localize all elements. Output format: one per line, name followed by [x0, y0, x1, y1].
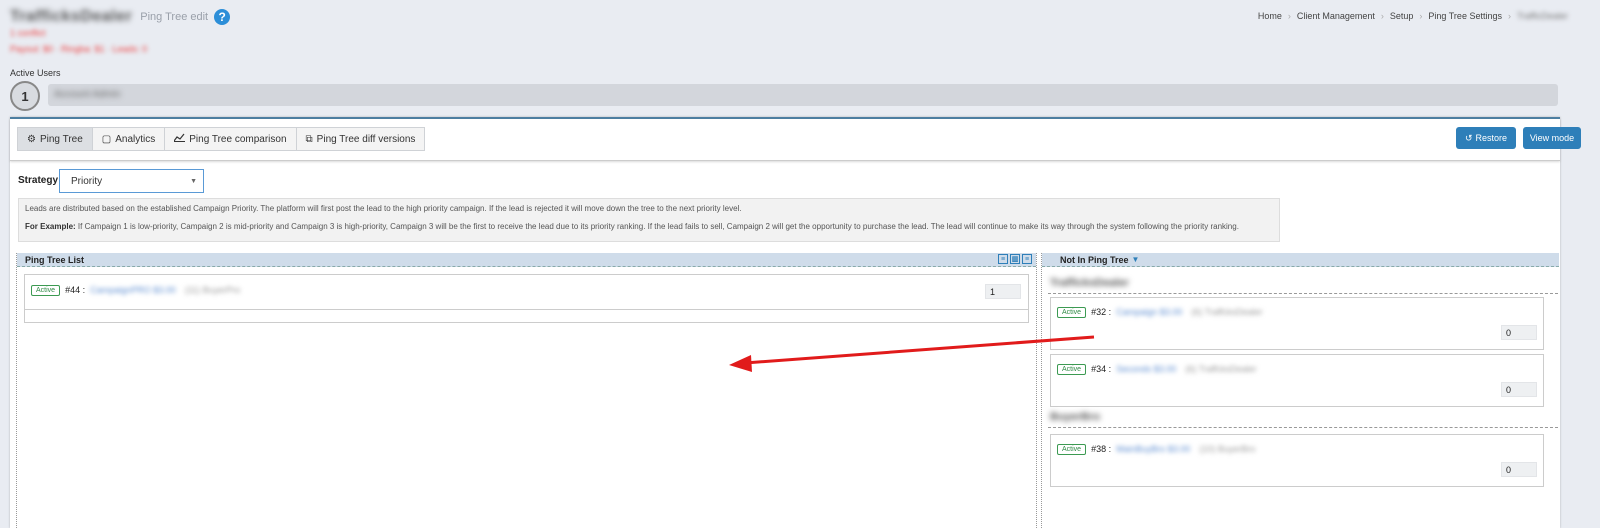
arrow-line [744, 335, 1095, 365]
arrow-head [729, 355, 752, 372]
drag-arrow-annotation [729, 335, 1095, 372]
